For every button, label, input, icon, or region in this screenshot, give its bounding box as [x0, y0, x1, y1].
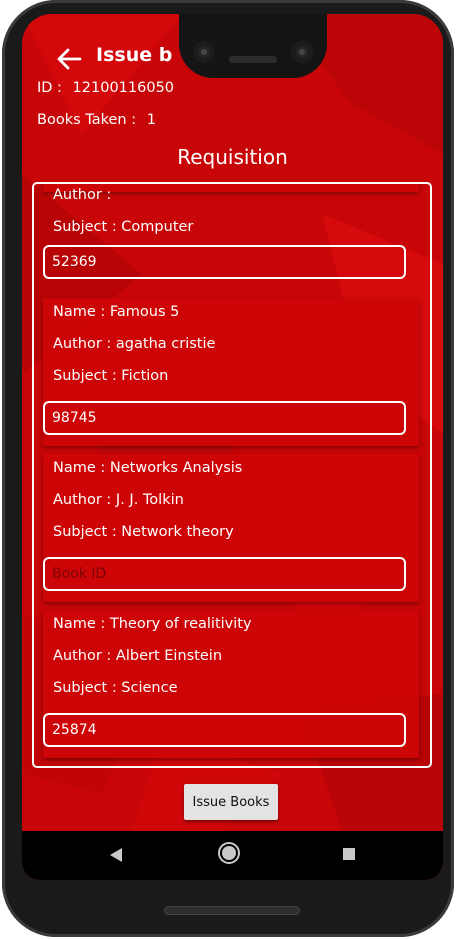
earpiece-speaker: [229, 56, 277, 63]
requisition-list[interactable]: Author : Subject : Computer Name : Famou…: [32, 182, 432, 768]
phone-frame: Issue b ID : 12100116050 Books Taken : 1…: [2, 0, 454, 937]
requisition-heading: Requisition: [177, 145, 288, 169]
books-taken-value: 1: [146, 112, 156, 128]
book-name: Name : Theory of realitivity: [53, 616, 252, 632]
book-name: Name : Famous 5: [53, 304, 180, 320]
book-id-input[interactable]: [43, 245, 406, 279]
book-subject: Subject : Science: [53, 680, 178, 696]
app-screen: Issue b ID : 12100116050 Books Taken : 1…: [22, 14, 443, 880]
book-subject: Subject : Fiction: [53, 368, 169, 384]
front-camera-icon: [193, 41, 215, 63]
book-id-input[interactable]: [43, 557, 406, 591]
book-subject: Subject : Network theory: [53, 524, 234, 540]
book-name: Name : Networks Analysis: [53, 460, 243, 476]
nav-home-icon[interactable]: [222, 846, 236, 860]
book-id-input[interactable]: [43, 401, 406, 435]
book-author: Author : agatha cristie: [53, 336, 216, 352]
books-taken-label: Books Taken :: [37, 112, 137, 128]
back-arrow-icon[interactable]: [56, 48, 82, 70]
camera-notch: [179, 14, 327, 78]
nav-recents-icon[interactable]: [343, 848, 355, 860]
page-title: Issue b: [96, 44, 173, 66]
book-author: Author :: [53, 187, 112, 203]
book-subject: Subject : Computer: [53, 219, 194, 235]
front-sensor-icon: [291, 41, 313, 63]
book-author: Author : J. J. Tolkin: [53, 492, 184, 508]
book-id-input[interactable]: [43, 713, 406, 747]
book-card-partial: Author : Subject : Computer: [43, 184, 419, 235]
bottom-speaker: [164, 906, 300, 915]
system-nav-bar: [22, 831, 443, 880]
books-taken-row: Books Taken : 1: [37, 112, 156, 128]
nav-back-icon[interactable]: [110, 848, 122, 862]
book-author: Author : Albert Einstein: [53, 648, 223, 664]
issue-books-button[interactable]: Issue Books: [184, 784, 278, 820]
